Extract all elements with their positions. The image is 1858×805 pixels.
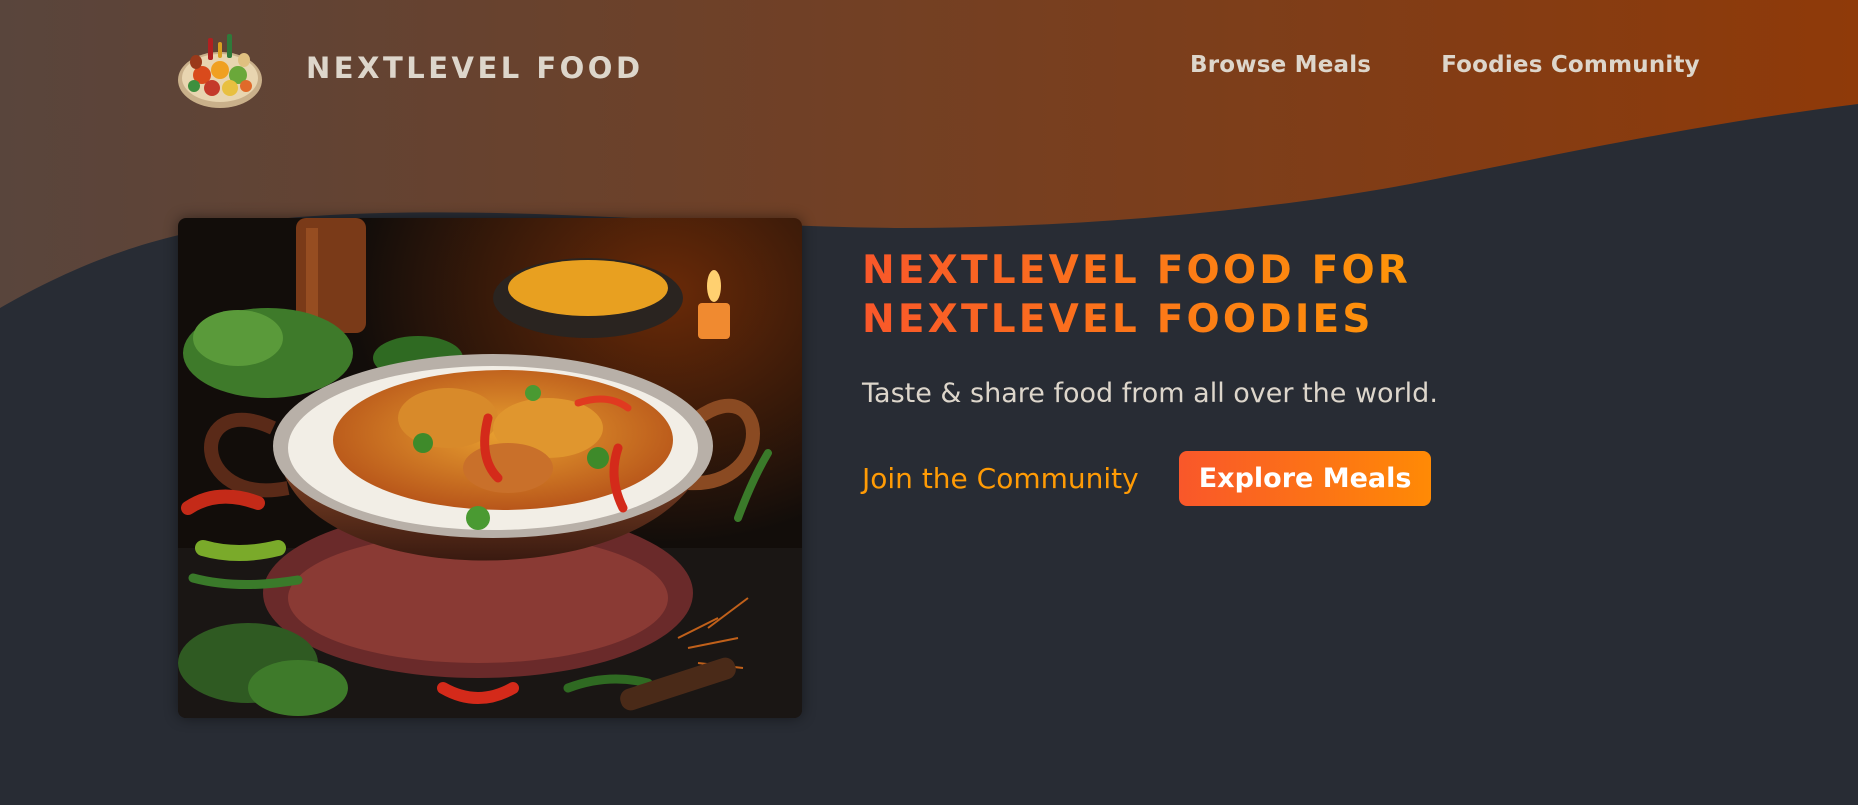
main-header: NextLevel Food Browse Meals Foodies Comm… — [0, 0, 1858, 140]
logo-food-plate-icon — [178, 34, 262, 108]
main-nav: Browse Meals Foodies Community — [1190, 52, 1700, 78]
hero-cta: Join the Community Explore Meals — [862, 451, 1562, 506]
hero-text: NextLevel Food for NextLevel Foodies Tas… — [862, 246, 1562, 506]
explore-meals-button[interactable]: Explore Meals — [1178, 451, 1432, 506]
logo-link[interactable]: NextLevel Food — [172, 22, 644, 114]
hero-subtitle: Taste & share food from all over the wor… — [862, 378, 1438, 409]
join-community-link[interactable]: Join the Community — [862, 462, 1139, 495]
hero-title-line-1: NextLevel Food for — [862, 248, 1412, 293]
nav-foodies-community[interactable]: Foodies Community — [1441, 52, 1700, 78]
hero-title: NextLevel Food for NextLevel Foodies — [862, 246, 1462, 344]
logo-text: NextLevel Food — [306, 51, 644, 85]
hero-image-curry — [178, 218, 802, 718]
nav-browse-meals[interactable]: Browse Meals — [1190, 52, 1371, 78]
hero-title-line-2: NextLevel Foodies — [862, 297, 1374, 342]
